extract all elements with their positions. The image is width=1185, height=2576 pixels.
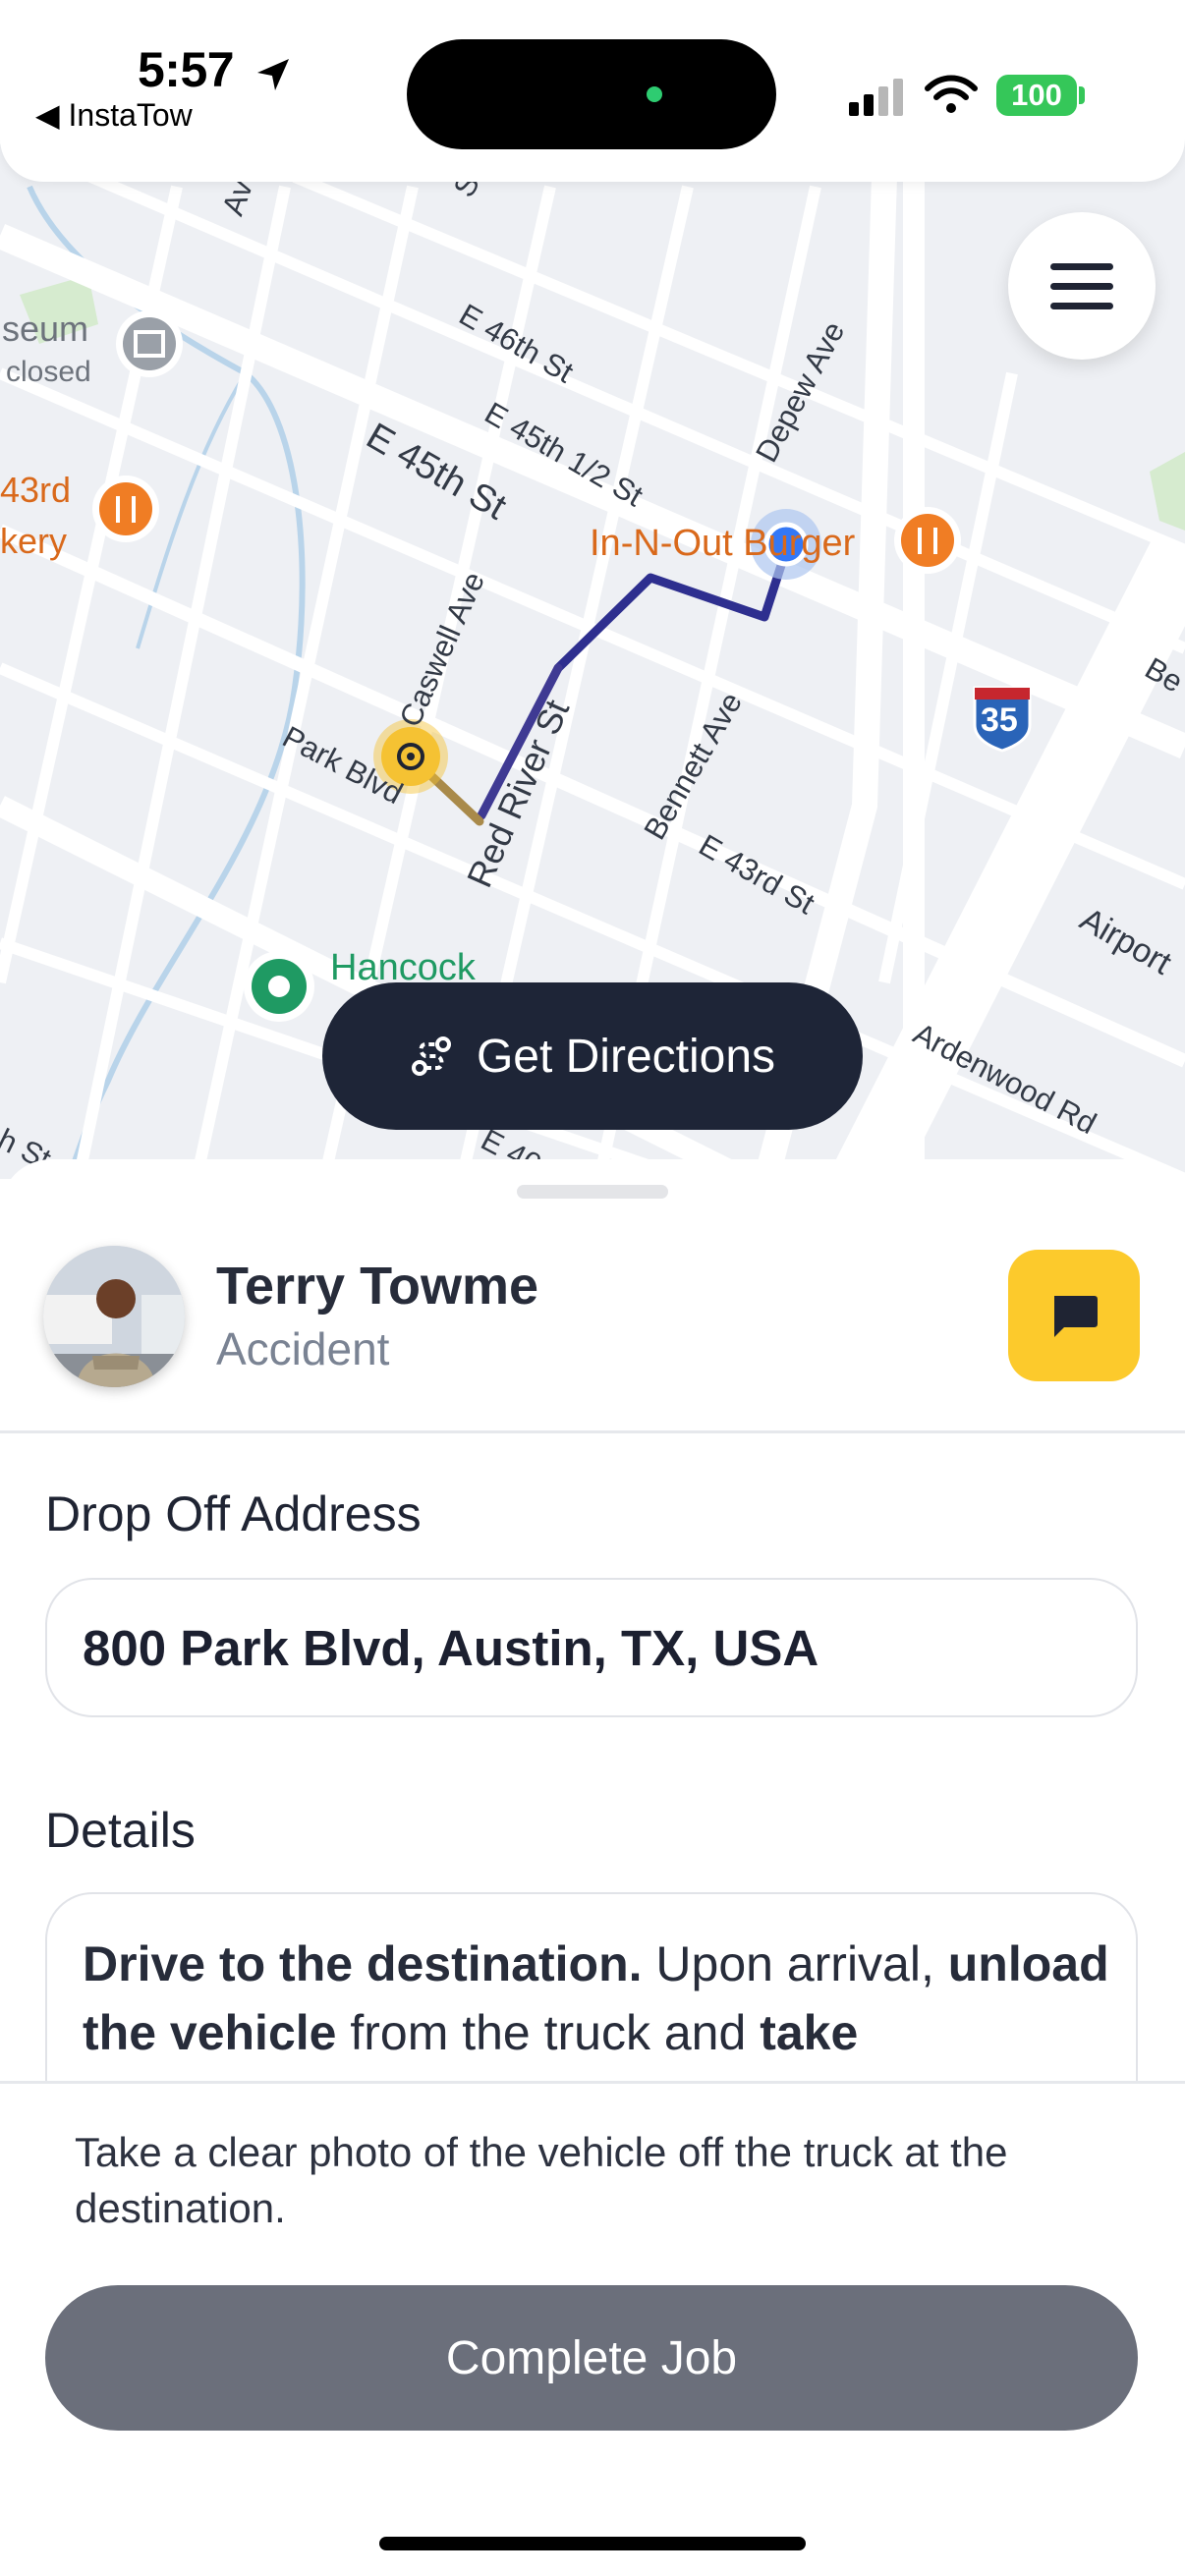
status-time: 5:57 bbox=[138, 42, 235, 97]
get-directions-label: Get Directions bbox=[476, 1030, 776, 1083]
map-label-museum: seum bbox=[2, 308, 89, 349]
map-label-bakery-2: kery bbox=[0, 521, 68, 561]
driver-name: Terry Towme bbox=[216, 1257, 539, 1316]
dropoff-address-value: 800 Park Blvd, Austin, TX, USA bbox=[83, 1620, 819, 1676]
details-text-2: Upon arrival, bbox=[642, 1936, 948, 1991]
map-label-closed: closed bbox=[6, 356, 91, 388]
map-label-bakery-1: 43rd bbox=[0, 470, 72, 510]
section-divider bbox=[0, 1430, 1185, 1433]
chat-bubble-icon bbox=[1054, 1296, 1098, 1337]
complete-job-label: Complete Job bbox=[445, 2331, 738, 2384]
back-to-app-link[interactable]: ◀ InstaTow bbox=[35, 96, 193, 134]
sheet-grabber-handle[interactable] bbox=[517, 1185, 668, 1199]
details-bold-1: Drive to the destination. bbox=[83, 1936, 643, 1991]
dropoff-title: Drop Off Address bbox=[45, 1486, 422, 1541]
wifi-icon bbox=[925, 75, 978, 113]
camera-indicator-dot bbox=[647, 86, 662, 102]
get-directions-button[interactable]: Get Directions bbox=[322, 982, 863, 1130]
home-indicator[interactable] bbox=[379, 2537, 806, 2550]
details-title: Details bbox=[45, 1803, 196, 1858]
cellular-signal-icon bbox=[849, 79, 903, 116]
photo-hint-text: Take a clear photo of the vehicle off th… bbox=[75, 2129, 1008, 2231]
app-root: Avenue St E 46th St E 45th 1/2 St Depew … bbox=[0, 0, 1185, 2576]
details-text-4: from the truck and bbox=[336, 2005, 761, 2060]
status-bar: 5:57 ◀ InstaTow 100 bbox=[0, 0, 1185, 182]
battery-nub bbox=[1079, 86, 1085, 104]
map-label-in-n-out: In-N-Out Burger bbox=[590, 523, 856, 564]
job-type-label: Accident bbox=[216, 1323, 390, 1374]
dynamic-island bbox=[407, 39, 776, 149]
battery-indicator: 100 bbox=[996, 75, 1077, 116]
details-text: Drive to the destination. Upon arrival, … bbox=[83, 1930, 1124, 2067]
complete-job-button[interactable]: Complete Job bbox=[45, 2285, 1138, 2431]
location-arrow-icon bbox=[257, 59, 289, 90]
chat-button[interactable] bbox=[1008, 1250, 1140, 1381]
menu-button[interactable] bbox=[1008, 212, 1156, 360]
route-icon bbox=[411, 1036, 451, 1076]
interstate-shield-label: 35 bbox=[981, 701, 1018, 739]
details-bold-5: take bbox=[760, 2005, 859, 2060]
driver-avatar bbox=[43, 1246, 185, 1387]
